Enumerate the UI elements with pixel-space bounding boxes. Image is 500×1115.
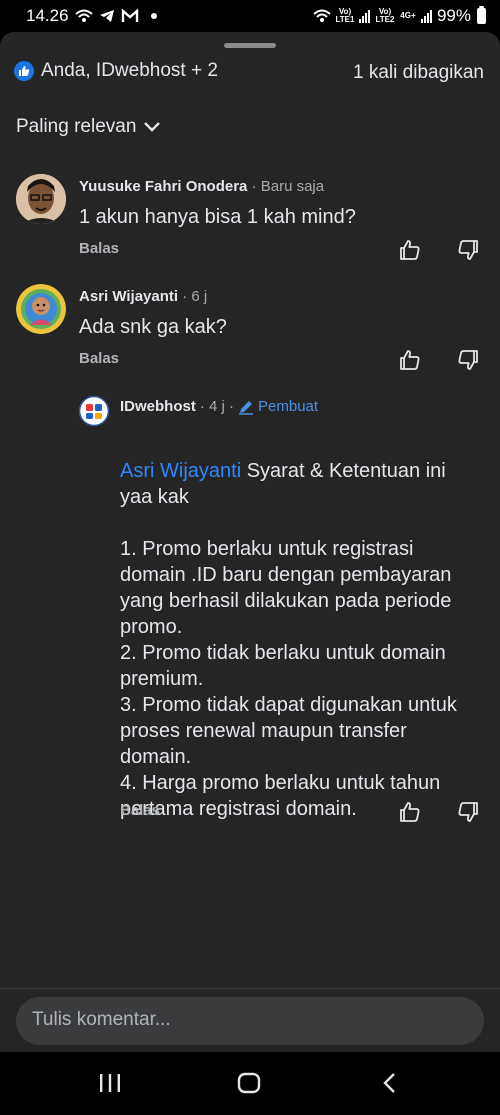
sim1-label: Vo) LTE1 [335,7,355,24]
thumbs-down-icon[interactable] [456,348,480,372]
back-icon[interactable] [380,1072,400,1094]
reply-text: Asri Wijayanti Syarat & Ketentuan ini ya… [120,458,490,822]
reply-line [120,510,490,536]
clock: 14.26 [26,6,69,25]
comment-time: · 6 j [182,288,208,305]
reply-button[interactable]: Balas [79,240,119,257]
reply-item: IDwebhost · 4 j · Pembuat Asri Wijayanti… [0,390,500,840]
avatar[interactable] [16,284,66,334]
reply-line: 3. Promo tidak dapat digunakan untuk [120,694,457,716]
reply-line: yaa kak [120,486,189,508]
thumbs-up-icon[interactable] [398,238,422,262]
mention-link[interactable]: Asri Wijayanti [120,460,241,482]
commenter-name[interactable]: Yuusuke Fahri Onodera [79,178,247,195]
comment-text: Ada snk ga kak? [79,316,227,338]
wifi-calling-icon [74,9,93,22]
comment-input[interactable]: Tulis komentar... [16,997,484,1045]
reply-line: 2. Promo tidak berlaku untuk domain [120,642,446,664]
reply-line: 1. Promo berlaku untuk registrasi [120,538,414,560]
sort-dropdown[interactable]: Paling relevan [16,116,161,138]
recent-apps-icon[interactable] [98,1072,122,1094]
reply-button[interactable]: Balas [120,802,160,819]
commenter-name[interactable]: Asri Wijayanti [79,288,178,305]
reply-button[interactable]: Balas [79,350,119,367]
shares-count[interactable]: 1 kali dibagikan [353,62,484,84]
comments-sheet: Anda, IDwebhost + 2 1 kali dibagikan Pal… [0,32,500,1052]
signal-icon [420,10,432,23]
like-reaction-icon [14,61,34,81]
author-badge: Pembuat [258,398,319,415]
reply-line: proses renewal maupun transfer [120,720,407,742]
reply-line: premium. [120,668,204,690]
reply-line: yang berhasil dilakukan pada periode [120,590,452,612]
sim2-label: Vo) LTE2 [375,7,395,24]
composer-bar: Tulis komentar... [0,988,500,1052]
thumbs-down-icon[interactable] [456,238,480,262]
chevron-down-icon [144,122,161,132]
drag-handle[interactable] [224,43,276,48]
thumbs-down-icon[interactable] [456,800,480,824]
reply-line: Syarat & Ketentuan ini [241,460,446,482]
comment-time: · Baru saja [251,178,325,195]
reply-line: 4. Harga promo berlaku untuk tahun [120,772,441,794]
reactions-summary[interactable]: Anda, IDwebhost + 2 [14,60,218,82]
wifi-icon [313,9,331,22]
status-bar: 14.26 Vo) LTE1 Vo) LTE2 4G+ 99% [0,0,500,32]
reactions-text: Anda, IDwebhost + 2 [41,60,218,81]
telegram-icon [99,10,114,22]
pencil-icon [239,400,254,415]
reply-line: domain. [120,746,192,768]
comment-item: Asri Wijayanti · 6 j Ada snk ga kak? Bal… [0,280,500,380]
notification-dot [150,13,157,19]
signal-icon [358,10,370,23]
avatar[interactable] [79,396,109,426]
network-label: 4G+ [400,11,416,20]
reply-line: domain .ID baru dengan pembayaran [120,564,452,586]
reply-line: promo. [120,616,183,638]
gmail-icon [121,9,138,22]
comment-text: 1 akun hanya bisa 1 kah mind? [79,206,356,228]
thumbs-up-icon[interactable] [398,348,422,372]
comment-item: Yuusuke Fahri Onodera · Baru saja 1 akun… [0,170,500,270]
commenter-name[interactable]: IDwebhost [120,398,196,415]
battery-percent: 99% [436,6,471,25]
reply-line: pertama registrasi domain. [120,798,357,820]
avatar[interactable] [16,174,66,224]
sort-label: Paling relevan [16,116,137,137]
navigation-bar [0,1052,500,1115]
home-icon[interactable] [237,1072,261,1094]
comment-time: · 4 j · [199,398,235,415]
thumbs-up-icon[interactable] [398,800,422,824]
battery-icon [477,6,486,24]
